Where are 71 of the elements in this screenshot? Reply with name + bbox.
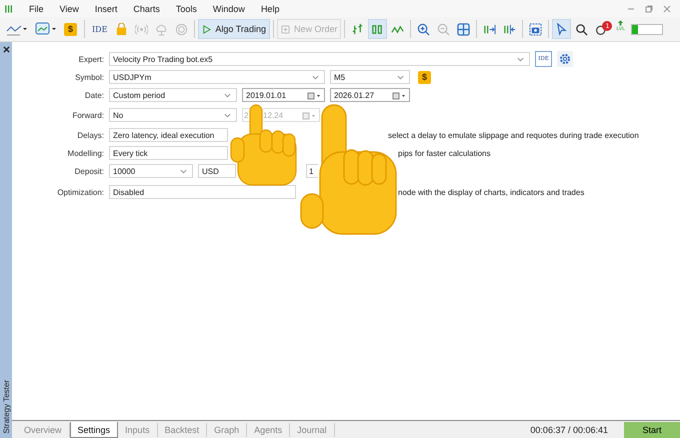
- optimization-dropdown[interactable]: Disabled: [109, 185, 296, 199]
- arrow-up-icon: [617, 20, 624, 26]
- field-label: Deposit:: [74, 166, 104, 176]
- leverage-dropdown[interactable]: 1: [306, 164, 318, 178]
- dollar-button[interactable]: $: [418, 70, 431, 84]
- chevron-down-icon: [397, 75, 404, 80]
- expert-dropdown[interactable]: Velocity Pro Trading bot.ex5: [109, 52, 530, 66]
- elapsed-time: 00:06:37 / 00:06:41: [530, 424, 608, 434]
- menu-item[interactable]: View: [52, 4, 87, 14]
- field-label: Forward:: [71, 110, 104, 120]
- tab[interactable]: Settings: [70, 422, 118, 438]
- play-icon: [202, 24, 212, 34]
- chevron-down-icon: [180, 169, 187, 174]
- calendar-icon[interactable]: [392, 92, 406, 100]
- close-icon[interactable]: [2, 46, 10, 53]
- ide-button[interactable]: IDE: [88, 19, 112, 39]
- delays-dropdown[interactable]: Zero latency, ideal execution: [109, 128, 228, 142]
- date-field[interactable]: 2026.01.27: [330, 88, 410, 102]
- date-range-dropdown[interactable]: Custom period: [109, 88, 237, 102]
- timeframe-dropdown[interactable]: M5: [330, 70, 410, 84]
- chart-shift-icon: [503, 22, 516, 36]
- pointing-hand-icon: [230, 104, 298, 186]
- hint-text: select a delay to emulate slippage and requotes during trade execution: [388, 130, 639, 140]
- menu-item[interactable]: Help: [252, 4, 288, 14]
- field-label: Symbol:: [74, 72, 104, 82]
- signal-icon: [135, 22, 148, 36]
- search-icon: [575, 22, 588, 36]
- date-field[interactable]: 2019.01.01: [242, 88, 325, 102]
- chevron-down-icon: [224, 93, 231, 98]
- field-label: Delays:: [76, 130, 104, 140]
- calendar-icon: [302, 112, 316, 120]
- symbol-dropdown[interactable]: USDJPYm: [109, 70, 325, 84]
- field-label: Modelling:: [66, 148, 104, 158]
- plus-square-icon: [280, 24, 290, 34]
- menu-item[interactable]: Insert: [86, 4, 126, 14]
- grid-icon: [457, 22, 470, 36]
- forward-dropdown[interactable]: No: [109, 108, 237, 122]
- camera-icon: [529, 22, 542, 36]
- algo-trading-button[interactable]: Algo Trading: [198, 19, 270, 39]
- zigzag-line-icon: [391, 22, 404, 36]
- chevron-down-icon: [224, 113, 231, 118]
- zoom-in-icon: [417, 22, 430, 36]
- menu-item[interactable]: Charts: [125, 4, 168, 14]
- menu-item[interactable]: File: [21, 4, 52, 14]
- currency-dropdown[interactable]: USD: [198, 164, 236, 178]
- chart-window-icon: [35, 22, 57, 36]
- chart-shift-icon: [483, 22, 496, 36]
- chevron-down-icon: [517, 57, 524, 62]
- field-label: Expert:: [78, 54, 104, 64]
- zoom-out-icon: [437, 22, 450, 36]
- app-logo-icon: [4, 4, 15, 14]
- restore-icon[interactable]: [645, 4, 653, 12]
- field-label: Optimization:: [56, 188, 104, 196]
- menu-item[interactable]: Tools: [168, 4, 205, 14]
- hint-text: pips for faster calculations: [398, 148, 490, 158]
- deposit-dropdown[interactable]: 10000: [109, 164, 193, 178]
- field-label: Date:: [84, 90, 104, 100]
- settings-icon[interactable]: [557, 51, 573, 67]
- candlestick-icon: [371, 22, 384, 36]
- chevron-down-icon: [312, 75, 319, 80]
- menu-item[interactable]: Window: [204, 4, 253, 14]
- hint-text: node with the display of charts, indicators and trades: [398, 188, 584, 196]
- dollar-button[interactable]: $: [64, 22, 77, 36]
- modelling-dropdown[interactable]: Every tick: [109, 146, 228, 160]
- panel-title: Strategy Tester: [2, 380, 10, 434]
- calendar-icon[interactable]: [307, 92, 321, 100]
- cursor-icon: [555, 22, 568, 36]
- start-button[interactable]: Start: [624, 422, 680, 438]
- bar-chart-icon: [351, 22, 364, 36]
- toolbar-button[interactable]: [552, 19, 572, 39]
- ring-icon: [175, 22, 188, 36]
